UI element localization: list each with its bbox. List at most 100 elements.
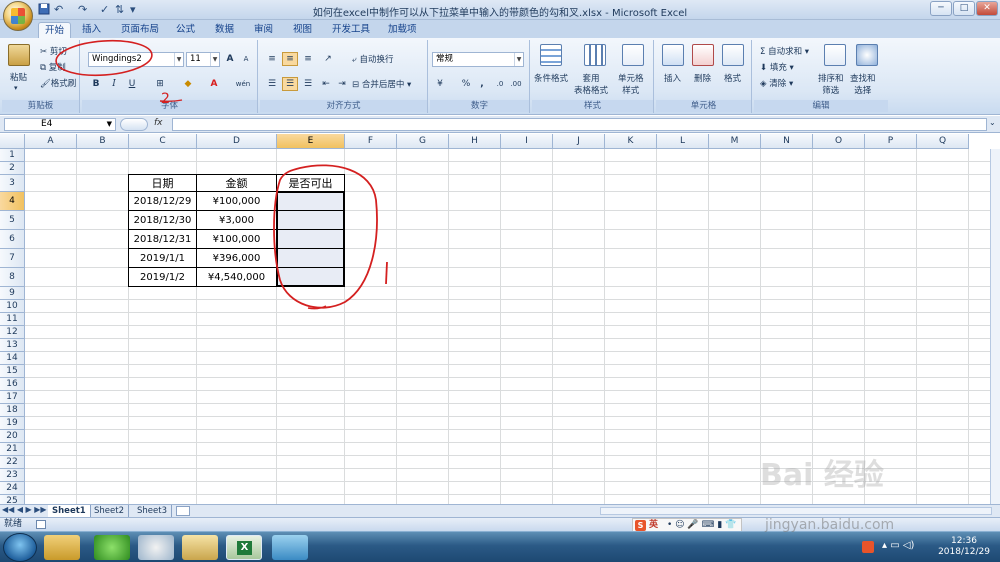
table-format-icon[interactable] xyxy=(584,44,606,66)
insert-cells-button[interactable]: 插入 xyxy=(664,72,681,84)
insert-cells-icon[interactable] xyxy=(662,44,684,66)
row-header[interactable]: 15 xyxy=(0,365,25,378)
ime-toolbar[interactable]: S 英 • ☺ 🎤 ⌨ ▮ 👕 ▦ xyxy=(632,518,742,543)
column-header[interactable]: L xyxy=(657,134,709,149)
maximize-button[interactable]: □ xyxy=(953,1,975,16)
paste-button[interactable]: 粘贴 xyxy=(10,71,27,83)
row-header[interactable]: 2 xyxy=(0,162,25,175)
select-all-corner[interactable] xyxy=(0,134,25,149)
column-header[interactable]: D xyxy=(197,134,277,149)
tab-2[interactable]: 页面布局 xyxy=(115,22,165,39)
column-header[interactable]: K xyxy=(605,134,657,149)
row-header[interactable]: 22 xyxy=(0,456,25,469)
increase-indent-icon[interactable]: ⇥ xyxy=(334,77,350,91)
align-bottom-icon[interactable]: ≡ xyxy=(300,52,316,66)
phonetic-button[interactable]: wén xyxy=(232,77,254,91)
column-header[interactable]: G xyxy=(397,134,449,149)
column-header[interactable]: I xyxy=(501,134,553,149)
merge-center-button[interactable]: ⊟ 合并后居中 ▾ xyxy=(352,78,411,90)
clear-button[interactable]: ◈ 清除 ▾ xyxy=(760,77,793,89)
sheet-tab[interactable]: Sheet2 xyxy=(90,505,129,517)
chevron-down-icon[interactable]: ▼ xyxy=(210,53,219,66)
table-cell[interactable]: 2018/12/29 xyxy=(128,191,197,211)
tray-sogou-icon[interactable] xyxy=(862,541,874,553)
tab-4[interactable]: 数据 xyxy=(209,22,240,39)
wechat-icon[interactable] xyxy=(94,535,130,560)
currency-icon[interactable]: ¥ xyxy=(432,77,448,91)
sort-filter-icon[interactable] xyxy=(824,44,846,66)
tab-1[interactable]: 插入 xyxy=(76,22,107,39)
column-header[interactable]: P xyxy=(865,134,917,149)
paste-icon[interactable] xyxy=(8,44,30,66)
system-clock[interactable]: 12:36 2018/12/29 xyxy=(934,536,994,558)
format-as-table-button[interactable]: 套用 表格格式 xyxy=(574,72,608,96)
format-painter-button[interactable]: 🖌格式刷 xyxy=(40,77,76,89)
cell-styles-icon[interactable] xyxy=(622,44,644,66)
table-cell[interactable]: ¥396,000 xyxy=(196,248,277,268)
column-header[interactable]: H xyxy=(449,134,501,149)
row-header[interactable]: 11 xyxy=(0,313,25,326)
row-header[interactable]: 7 xyxy=(0,249,25,268)
qq-mail-icon[interactable] xyxy=(44,535,80,560)
insert-sheet-icon[interactable] xyxy=(176,506,190,516)
font-color-button[interactable]: A xyxy=(206,77,222,91)
column-header[interactable]: M xyxy=(709,134,761,149)
close-button[interactable]: ✕ xyxy=(976,1,998,16)
sort-filter-button[interactable]: 排序和 筛选 xyxy=(818,72,844,96)
macro-record-icon[interactable] xyxy=(36,520,46,529)
row-header[interactable]: 18 xyxy=(0,404,25,417)
column-header[interactable]: B xyxy=(77,134,129,149)
column-header[interactable]: N xyxy=(761,134,813,149)
paste-dropdown-icon[interactable]: ▾ xyxy=(14,84,18,92)
row-header[interactable]: 19 xyxy=(0,417,25,430)
column-header[interactable]: A xyxy=(25,134,77,149)
expand-formula-icon[interactable]: ⌄ xyxy=(989,118,996,127)
align-center-icon[interactable]: ☰ xyxy=(282,77,298,91)
format-cells-button[interactable]: 格式 xyxy=(724,72,741,84)
decrease-indent-icon[interactable]: ⇤ xyxy=(318,77,334,91)
sheet-nav-arrows-icon[interactable]: ◀◀ ◀ ▶ ▶▶ xyxy=(2,505,47,514)
shrink-font-button[interactable]: A xyxy=(238,52,254,66)
column-header[interactable]: F xyxy=(345,134,397,149)
comma-button[interactable]: , xyxy=(474,77,490,91)
autosum-button[interactable]: Σ 自动求和 ▾ xyxy=(760,45,809,57)
row-header[interactable]: 21 xyxy=(0,443,25,456)
row-header[interactable]: 1 xyxy=(0,149,25,162)
notepad-icon[interactable] xyxy=(272,535,308,560)
row-header[interactable]: 10 xyxy=(0,300,25,313)
copy-button[interactable]: ⧉ 复制 xyxy=(40,61,66,73)
column-header[interactable]: C xyxy=(129,134,197,149)
table-cell[interactable]: 2018/12/30 xyxy=(128,210,197,230)
percent-button[interactable]: % xyxy=(458,77,474,91)
start-button[interactable] xyxy=(3,533,37,562)
row-header[interactable]: 13 xyxy=(0,339,25,352)
vertical-scrollbar[interactable] xyxy=(990,149,1000,504)
sheet-tab[interactable]: Sheet1 xyxy=(48,505,91,517)
formula-expand-icon[interactable] xyxy=(120,118,148,131)
column-header[interactable]: J xyxy=(553,134,605,149)
table-cell[interactable]: 2019/1/1 xyxy=(128,248,197,268)
row-header[interactable]: 23 xyxy=(0,469,25,482)
cut-button[interactable]: ✂ 剪切 xyxy=(40,45,67,57)
align-left-icon[interactable]: ☰ xyxy=(264,77,280,91)
table-cell[interactable]: 2018/12/31 xyxy=(128,229,197,249)
file-explorer-icon[interactable] xyxy=(182,535,218,560)
font-name-combo[interactable]: Wingdings2 ▼ xyxy=(88,52,184,67)
minimize-button[interactable]: ─ xyxy=(930,1,952,16)
column-header[interactable]: O xyxy=(813,134,865,149)
row-header[interactable]: 9 xyxy=(0,287,25,300)
cell-styles-button[interactable]: 单元格 样式 xyxy=(618,72,644,96)
delete-cells-icon[interactable] xyxy=(692,44,714,66)
worksheet-grid[interactable]: ABCDEFGHIJKLMNOPQ 1 2 3 4 5 6 7 8 9 10 11 12 13 14 15 1… xyxy=(0,134,1000,504)
find-select-button[interactable]: 查找和 选择 xyxy=(850,72,876,96)
table-cell[interactable]: ¥3,000 xyxy=(196,210,277,230)
number-format-combo[interactable]: 常规 ▼ xyxy=(432,52,524,67)
row-header[interactable]: 8 xyxy=(0,268,25,287)
table-cell[interactable]: ¥100,000 xyxy=(196,191,277,211)
row-header[interactable]: 6 xyxy=(0,230,25,249)
borders-button[interactable]: ⊞ xyxy=(152,77,168,91)
tab-5[interactable]: 审阅 xyxy=(248,22,279,39)
row-header[interactable]: 16 xyxy=(0,378,25,391)
bold-button[interactable]: B xyxy=(88,77,104,91)
delete-cells-button[interactable]: 删除 xyxy=(694,72,711,84)
